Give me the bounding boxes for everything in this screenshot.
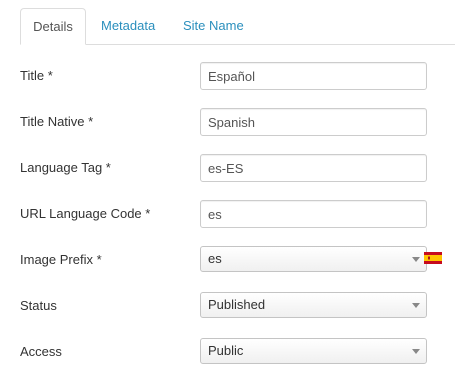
title-row: Title *	[20, 62, 455, 92]
image-prefix-row: Image Prefix * es	[20, 246, 455, 276]
chevron-down-icon	[412, 349, 420, 354]
status-value: Published	[208, 297, 266, 312]
access-value: Public	[208, 343, 244, 358]
title-native-row: Title Native *	[20, 108, 455, 138]
chevron-down-icon	[412, 303, 420, 308]
status-select[interactable]: Published	[200, 292, 427, 318]
title-label: Title *	[20, 68, 53, 83]
tab-details[interactable]: Details	[20, 8, 86, 45]
image-prefix-value: es	[208, 251, 222, 266]
title-input[interactable]	[200, 62, 427, 90]
access-label: Access	[20, 344, 62, 359]
spain-flag-icon	[424, 252, 442, 264]
image-prefix-select[interactable]: es	[200, 246, 427, 272]
title-native-label: Title Native *	[20, 114, 94, 129]
url-language-code-input[interactable]	[200, 200, 427, 228]
language-tag-label: Language Tag *	[20, 160, 111, 175]
image-prefix-label: Image Prefix *	[20, 252, 102, 267]
tab-metadata[interactable]: Metadata	[101, 8, 155, 43]
url-language-code-row: URL Language Code *	[20, 200, 455, 230]
tab-bar: Details Metadata Site Name	[20, 8, 455, 45]
url-language-code-label: URL Language Code *	[20, 206, 151, 221]
language-tag-row: Language Tag *	[20, 154, 455, 184]
status-label: Status	[20, 298, 57, 313]
access-select[interactable]: Public	[200, 338, 427, 364]
chevron-down-icon	[412, 257, 420, 262]
tab-site-name[interactable]: Site Name	[183, 8, 244, 43]
title-native-input[interactable]	[200, 108, 427, 136]
language-tag-input[interactable]	[200, 154, 427, 182]
status-row: Status Published	[20, 292, 455, 322]
access-row: Access Public	[20, 338, 455, 368]
